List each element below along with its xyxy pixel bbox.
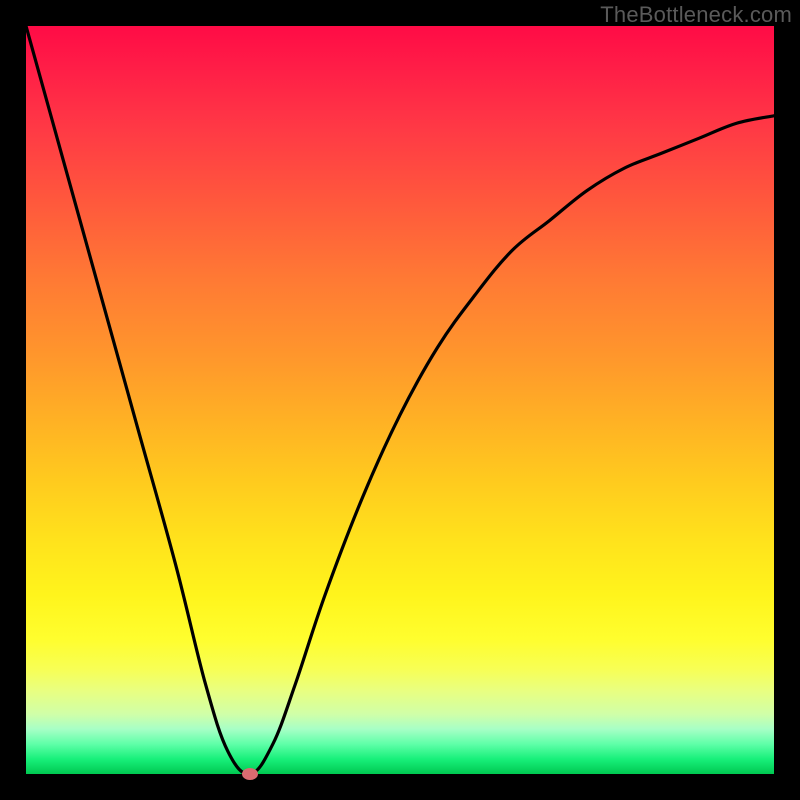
watermark-text: TheBottleneck.com: [600, 2, 792, 28]
bottleneck-curve: [26, 26, 774, 774]
minimum-marker: [242, 768, 258, 780]
plot-area: [26, 26, 774, 774]
chart-frame: TheBottleneck.com: [0, 0, 800, 800]
